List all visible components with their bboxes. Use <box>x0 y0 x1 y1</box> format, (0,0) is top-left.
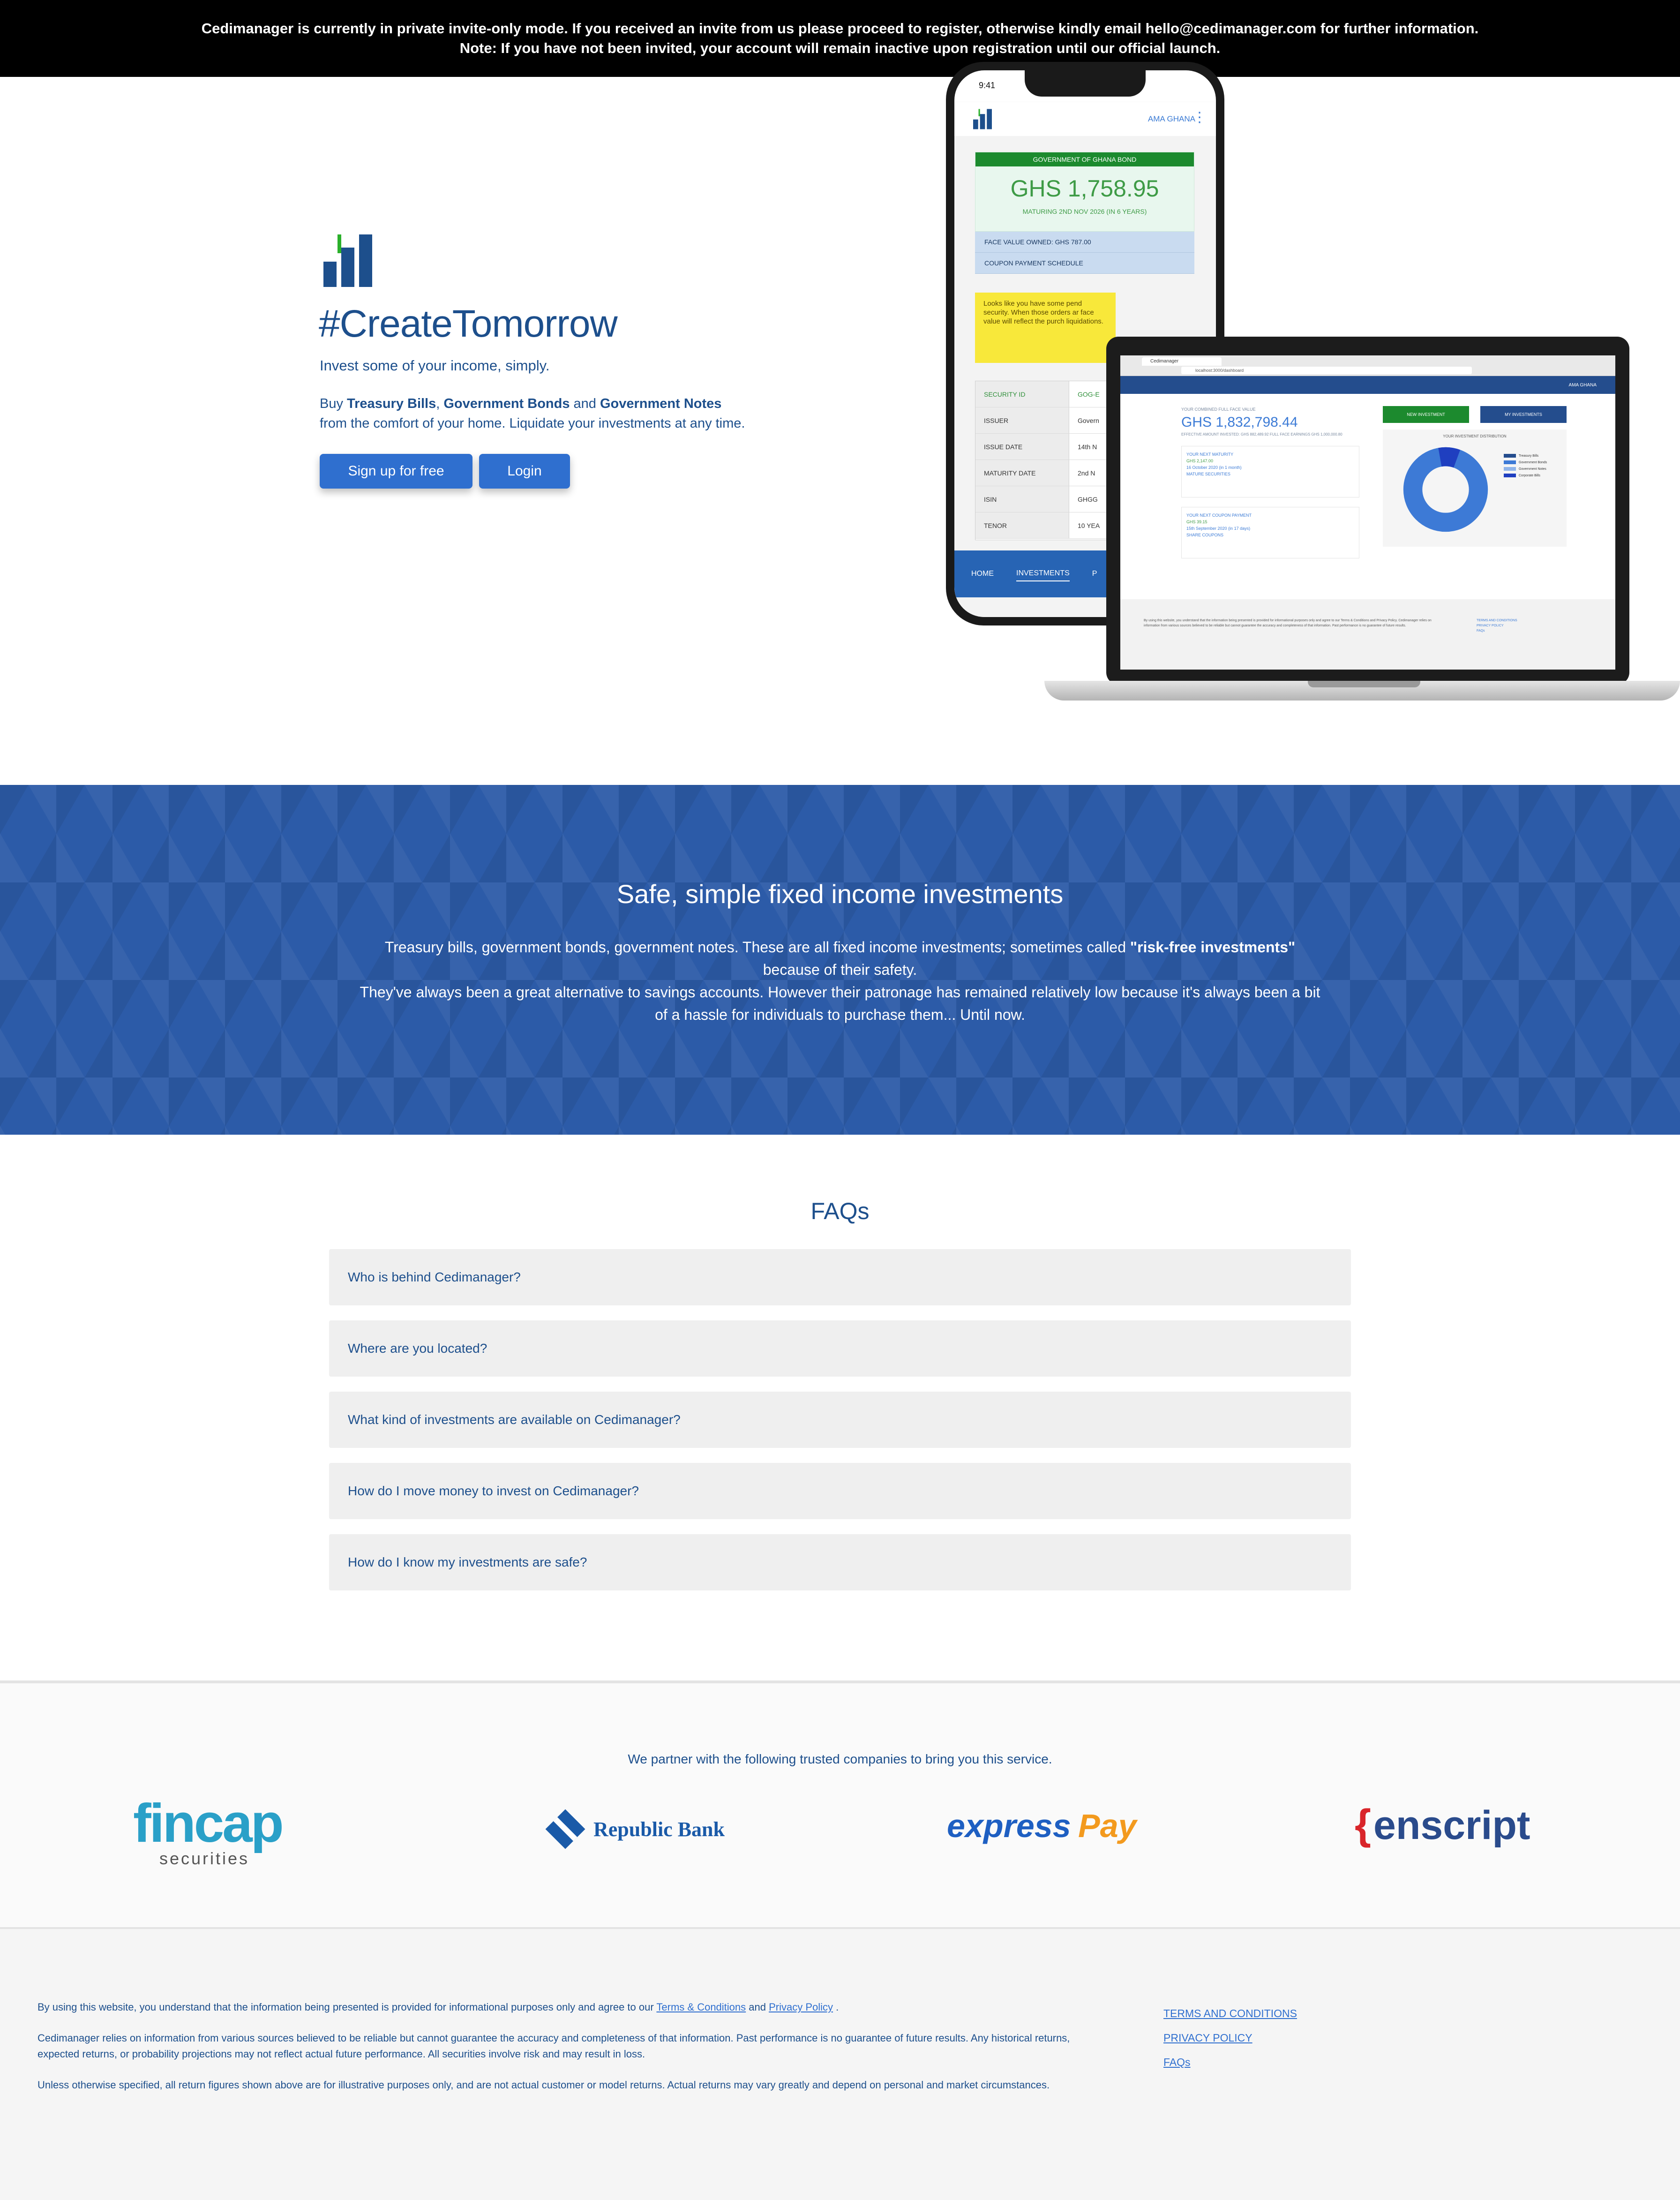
bond-card: GOVERNMENT OF GHANA BOND GHS 1,758.95 MA… <box>975 152 1194 232</box>
signup-button[interactable]: Sign up for free <box>320 454 472 489</box>
hero-title: #CreateTomorrow <box>319 302 618 345</box>
faq-item[interactable]: What kind of investments are available o… <box>329 1392 1351 1448</box>
safe-section-text: Treasury bills, government bonds, govern… <box>360 939 1320 1023</box>
phone-nav-home: HOME <box>971 570 994 578</box>
table-row: ISSUE DATE 14th N <box>975 434 1115 460</box>
dashboard-app-bar: AMA GHANA <box>1120 376 1615 394</box>
enscript-logo: { enscript <box>1355 1801 1530 1848</box>
hero-description: Buy Treasury Bills, Government Bonds and… <box>320 396 745 431</box>
footer-disclaimer-3: Unless otherwise specified, all return f… <box>38 2079 1050 2091</box>
security-details-table: SECURITY ID GOG-E ISSUER Govern ISSUE DATE… <box>975 381 1116 540</box>
table-row: SECURITY ID GOG-E <box>975 381 1115 407</box>
product-treasury-bills: Treasury Bills <box>347 396 436 411</box>
partners-text: We partner with the following trusted co… <box>628 1752 1052 1766</box>
phone-app-header: AMA GHANA ⋮ <box>954 102 1216 136</box>
footer-link-terms[interactable]: TERMS AND CONDITIONS <box>1163 2001 1297 2026</box>
my-investments-button: MY INVESTMENTS <box>1480 406 1567 423</box>
donut-chart-icon <box>1403 447 1488 532</box>
distribution-legend: Treasury Bills Government Bonds Governme… <box>1504 453 1547 479</box>
browser-bar: Cedimanager localhost:3000/dashboard <box>1120 355 1615 376</box>
svg-text:securities: securities <box>159 1849 249 1868</box>
svg-text:Pay: Pay <box>1078 1808 1138 1844</box>
banner-line-1: Cedimanager is currently in private invi… <box>201 20 1479 37</box>
expresspay-logo: express Pay <box>947 1808 1138 1844</box>
cedimanager-logo-icon <box>323 234 372 287</box>
browser-tab: Cedimanager <box>1142 357 1222 366</box>
privacy-link[interactable]: Privacy Policy <box>769 2001 833 2013</box>
faq-title: FAQs <box>810 1198 870 1224</box>
faq-item[interactable]: Who is behind Cedimanager? <box>329 1249 1351 1305</box>
distribution-chart: YOUR INVESTMENT DISTRIBUTION Treasury Bi… <box>1383 429 1567 547</box>
safe-investments-section: Safe, simple fixed income investments Tr… <box>0 785 1680 1135</box>
app-logo-icon <box>973 109 992 129</box>
svg-text:express: express <box>947 1808 1071 1844</box>
bond-card-header: GOVERNMENT OF GHANA BOND <box>975 152 1194 166</box>
distribution-chart-title: YOUR INVESTMENT DISTRIBUTION <box>1443 434 1507 438</box>
footer-disclaimer-2: Cedimanager relies on information from v… <box>38 2032 1070 2060</box>
laptop-base-notch <box>1308 681 1420 687</box>
combined-label: YOUR COMBINED FULL FACE VALUE <box>1181 407 1256 412</box>
faq-item[interactable]: Where are you located? <box>329 1320 1351 1377</box>
laptop-mockup: Cedimanager localhost:3000/dashboard AMA… <box>1106 337 1629 685</box>
phone-notch <box>1025 70 1146 97</box>
table-row: ISIN GHGG <box>975 486 1115 512</box>
fincap-logo: fincap securities <box>133 1799 284 1868</box>
bond-amount: GHS 1,758.95 <box>1010 175 1159 202</box>
face-value: FACE VALUE OWNED: GHS 787.00 <box>975 232 1194 253</box>
pending-warning: Looks like you have some pend security. … <box>975 293 1116 363</box>
browser-url: localhost:3000/dashboard <box>1181 367 1472 374</box>
terms-link[interactable]: Terms & Conditions <box>656 2001 746 2013</box>
login-button[interactable]: Login <box>479 454 570 489</box>
safe-section-title: Safe, simple fixed income investments <box>616 879 1064 909</box>
more-vertical-icon: ⋮ <box>1192 110 1207 125</box>
product-government-notes: Government Notes <box>600 396 722 411</box>
dashboard-footer: By using this website, you understand th… <box>1120 599 1615 670</box>
faq-item[interactable]: How do I move money to invest on Cediman… <box>329 1463 1351 1519</box>
footer-links: TERMS AND CONDITIONS PRIVACY POLICY FAQs <box>1163 2001 1297 2074</box>
bond-maturity: MATURING 2ND NOV 2026 (IN 6 YEARS) <box>1022 208 1147 215</box>
footer-link-faqs[interactable]: FAQs <box>1163 2050 1297 2074</box>
partners-section: We partner with the following trusted co… <box>0 1680 1680 1929</box>
republic-bank-logo: Republic Bank <box>545 1809 725 1849</box>
site-footer: By using this website, you understand th… <box>0 1929 1680 2200</box>
new-investment-button: NEW INVESTMENT <box>1383 406 1469 423</box>
invite-banner: Cedimanager is currently in private invi… <box>0 0 1680 77</box>
table-row: MATURITY DATE 2nd N <box>975 460 1115 486</box>
combined-note: EFFECTIVE AMOUNT INVESTED: GHS 882,489.9… <box>1181 432 1342 437</box>
svg-text:{: { <box>1355 1801 1371 1848</box>
svg-text:Republic Bank: Republic Bank <box>593 1818 725 1841</box>
product-government-bonds: Government Bonds <box>443 396 570 411</box>
table-row: ISSUER Govern <box>975 407 1115 434</box>
next-coupon-card: YOUR NEXT COUPON PAYMENT GHS 39.15 15th … <box>1181 507 1359 558</box>
coupon-schedule: COUPON PAYMENT SCHEDULE <box>975 253 1194 274</box>
phone-nav-profile: P <box>1092 570 1097 578</box>
hero-subtitle: Invest some of your income, simply. <box>320 357 550 374</box>
phone-nav-investments: INVESTMENTS <box>1016 566 1070 581</box>
dashboard-user: AMA GHANA <box>1568 383 1597 388</box>
svg-text:fincap: fincap <box>133 1799 282 1853</box>
phone-user-name: AMA GHANA <box>1148 114 1195 123</box>
next-maturity-card: YOUR NEXT MATURITY GHS 2,147.00 16 Octob… <box>1181 446 1359 497</box>
combined-amount: GHS 1,832,798.44 <box>1181 414 1298 430</box>
table-row: TENOR 10 YEA <box>975 512 1115 539</box>
footer-link-privacy[interactable]: PRIVACY POLICY <box>1163 2026 1297 2050</box>
footer-disclaimer: By using this website, you understand th… <box>38 1999 1097 2108</box>
banner-line-2: Note: If you have not been invited, your… <box>459 40 1221 56</box>
face-value-box: FACE VALUE OWNED: GHS 787.00 COUPON PAYM… <box>975 232 1194 274</box>
faq-item[interactable]: How do I know my investments are safe? <box>329 1534 1351 1590</box>
svg-text:enscript: enscript <box>1373 1803 1530 1848</box>
phone-status-time: 9:41 <box>979 81 996 90</box>
